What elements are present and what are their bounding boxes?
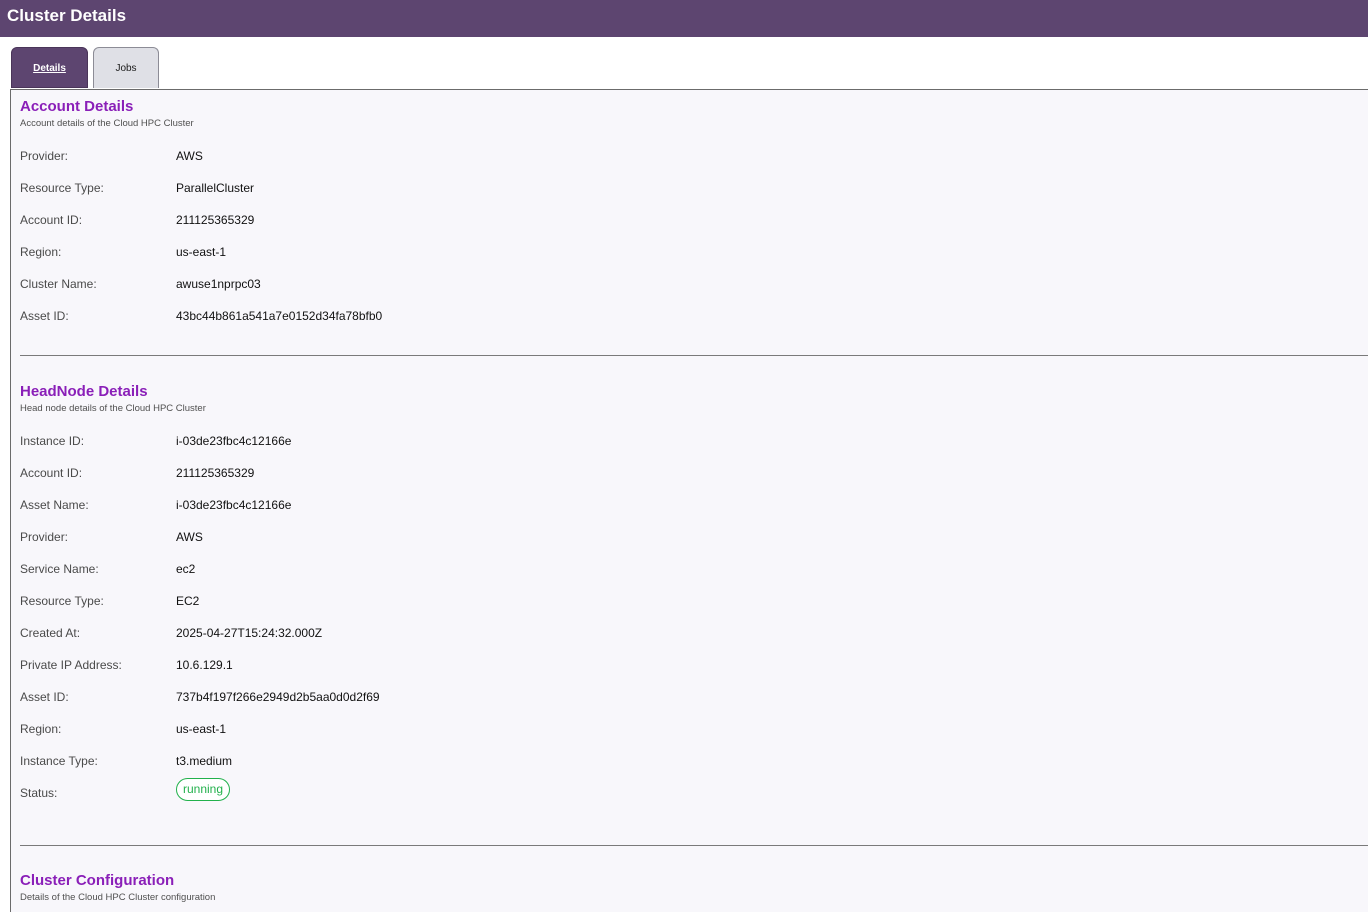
field-label: Cluster Name: — [20, 277, 97, 291]
field-value: 43bc44b861a541a7e0152d34fa78bfb0 — [176, 309, 383, 323]
field-account-id: Account ID: 211125365329 — [20, 213, 1368, 245]
section-title: Cluster Configuration — [20, 872, 175, 889]
field-value: 211125365329 — [176, 466, 255, 480]
section-description: Details of the Cloud HPC Cluster configu… — [20, 892, 216, 903]
field-value: AWS — [176, 149, 203, 163]
field-value: 737b4f197f266e2949d2b5aa0d0d2f69 — [176, 690, 380, 704]
field-region: Region: us-east-1 — [20, 722, 1368, 754]
field-value: ec2 — [176, 562, 196, 576]
cluster-configuration-section: Cluster Configuration Details of the Clo… — [20, 872, 1368, 904]
field-label: Service Name: — [20, 562, 99, 576]
field-value: AWS — [176, 530, 203, 544]
field-resource-type: Resource Type: EC2 — [20, 594, 1368, 626]
field-private-ip: Private IP Address: 10.6.129.1 — [20, 658, 1368, 690]
account-details-section: Account Details Account details of the C… — [20, 98, 1368, 341]
field-value: i-03de23fbc4c12166e — [176, 498, 292, 512]
field-instance-id: Instance ID: i-03de23fbc4c12166e — [20, 434, 1368, 466]
field-label: Provider: — [20, 149, 69, 163]
section-description: Head node details of the Cloud HPC Clust… — [20, 403, 206, 414]
field-value: awuse1nprpc03 — [176, 277, 261, 291]
field-label: Status: — [20, 786, 58, 800]
account-fields: Provider: AWS Resource Type: ParallelClu… — [20, 149, 1368, 341]
headnode-details-section: HeadNode Details Head node details of th… — [20, 383, 1368, 818]
field-label: Asset ID: — [20, 690, 69, 704]
field-value: 211125365329 — [176, 213, 255, 227]
details-panel: Account Details Account details of the C… — [10, 89, 1368, 912]
field-label: Private IP Address: — [20, 658, 122, 672]
field-created-at: Created At: 2025-04-27T15:24:32.000Z — [20, 626, 1368, 658]
field-label: Account ID: — [20, 466, 83, 480]
field-asset-id: Asset ID: 737b4f197f266e2949d2b5aa0d0d2f… — [20, 690, 1368, 722]
field-label: Region: — [20, 245, 62, 259]
field-value: us-east-1 — [176, 245, 227, 259]
field-value: i-03de23fbc4c12166e — [176, 434, 292, 448]
section-description: Account details of the Cloud HPC Cluster — [20, 118, 194, 129]
field-account-id: Account ID: 211125365329 — [20, 466, 1368, 498]
section-title: HeadNode Details — [20, 383, 148, 400]
field-label: Asset ID: — [20, 309, 69, 323]
field-value: us-east-1 — [176, 722, 227, 736]
page-title: Cluster Details — [7, 6, 127, 25]
field-value: t3.medium — [176, 754, 233, 768]
field-provider: Provider: AWS — [20, 149, 1368, 181]
field-value: 10.6.129.1 — [176, 658, 233, 672]
field-label: Region: — [20, 722, 62, 736]
status-badge: running — [176, 778, 231, 801]
headnode-fields: Instance ID: i-03de23fbc4c12166e Account… — [20, 434, 1368, 818]
field-value: ParallelCluster — [176, 181, 255, 195]
field-status: Status: running — [20, 778, 1368, 818]
field-asset-name: Asset Name: i-03de23fbc4c12166e — [20, 498, 1368, 530]
tab-jobs[interactable]: Jobs — [93, 47, 159, 88]
section-divider — [20, 355, 1368, 356]
field-label: Created At: — [20, 626, 81, 640]
section-divider — [20, 845, 1368, 846]
field-label: Resource Type: — [20, 594, 104, 608]
field-asset-id: Asset ID: 43bc44b861a541a7e0152d34fa78bf… — [20, 309, 1368, 341]
field-label: Instance ID: — [20, 434, 85, 448]
field-service-name: Service Name: ec2 — [20, 562, 1368, 594]
field-region: Region: us-east-1 — [20, 245, 1368, 277]
field-label: Asset Name: — [20, 498, 89, 512]
field-label: Account ID: — [20, 213, 83, 227]
field-cluster-name: Cluster Name: awuse1nprpc03 — [20, 277, 1368, 309]
tab-details[interactable]: Details — [11, 47, 88, 88]
field-label: Provider: — [20, 530, 69, 544]
field-label: Instance Type: — [20, 754, 98, 768]
field-resource-type: Resource Type: ParallelCluster — [20, 181, 1368, 213]
field-value: EC2 — [176, 594, 200, 608]
field-value: 2025-04-27T15:24:32.000Z — [176, 626, 323, 640]
field-provider: Provider: AWS — [20, 530, 1368, 562]
section-title: Account Details — [20, 98, 134, 115]
field-label: Resource Type: — [20, 181, 104, 195]
title-bar: Cluster Details — [0, 0, 1368, 37]
